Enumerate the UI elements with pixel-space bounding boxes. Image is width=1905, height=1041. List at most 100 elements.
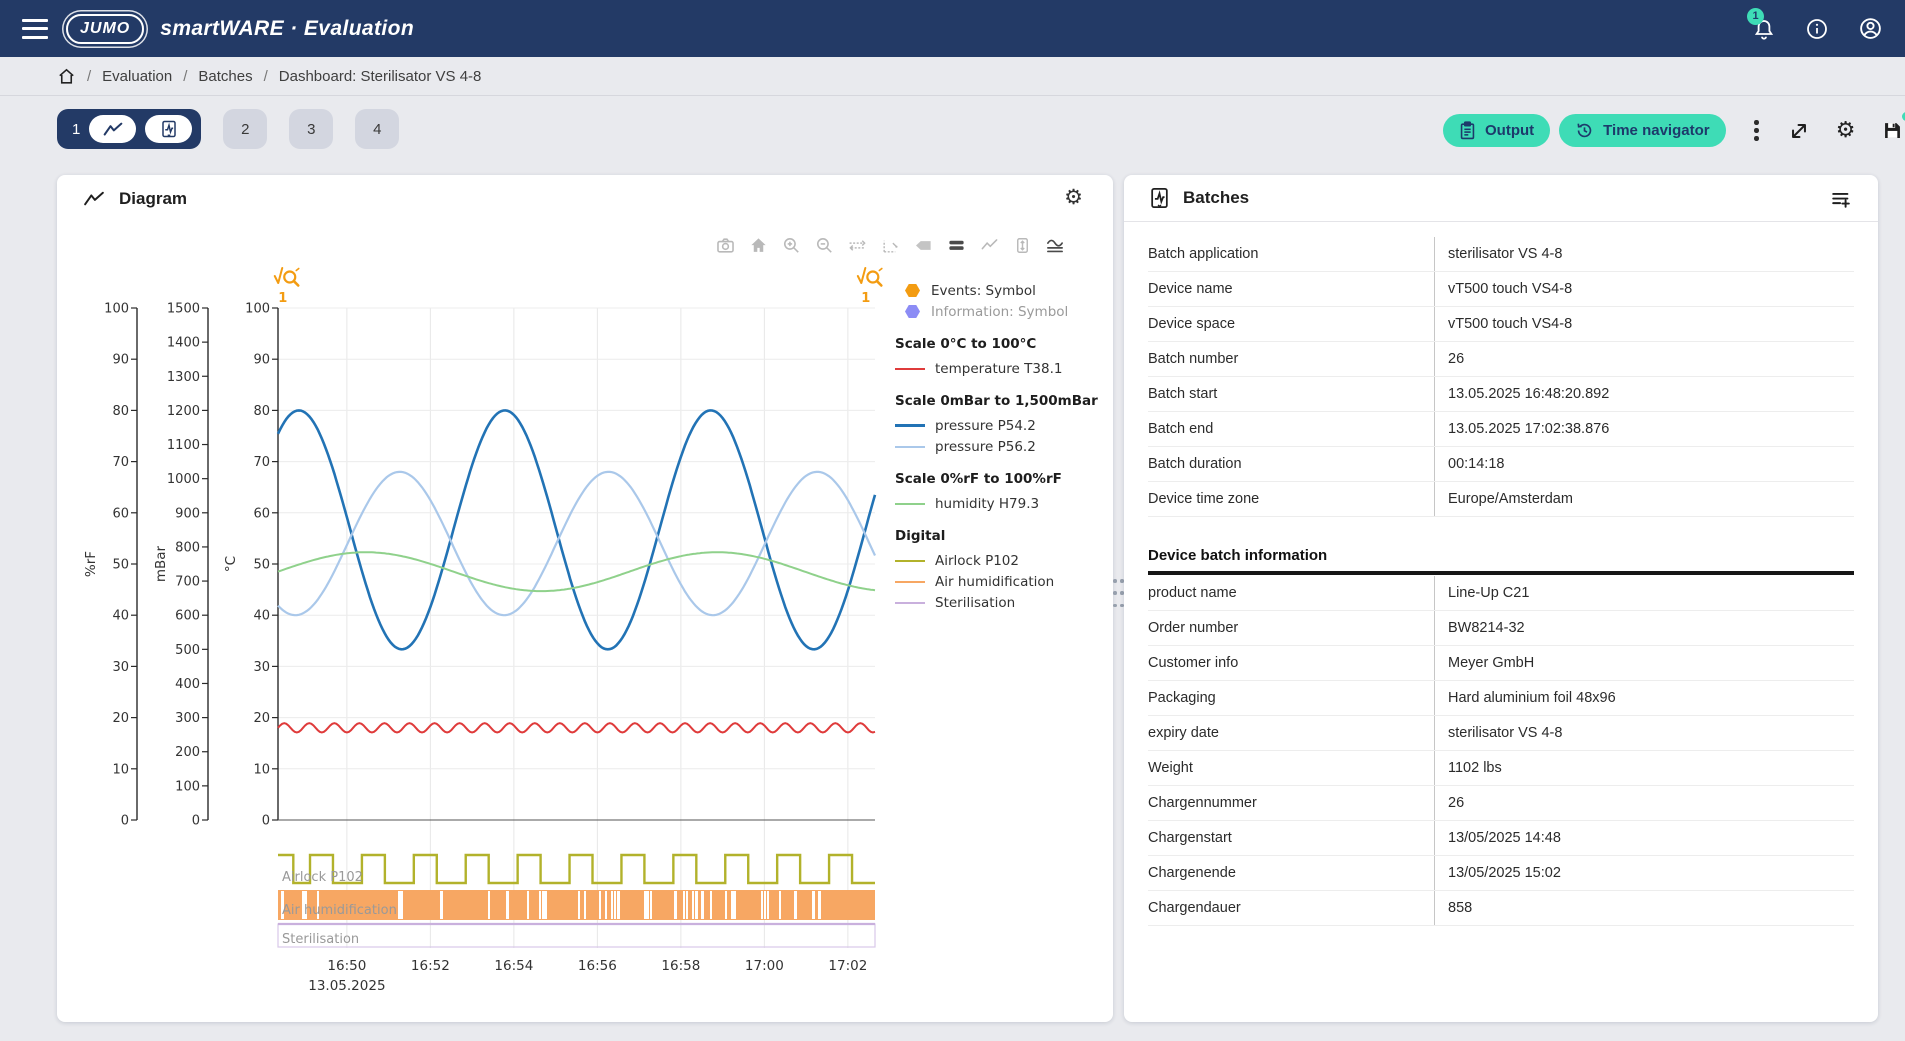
row-label: Batch number <box>1148 342 1434 376</box>
legend-item[interactable]: Sterilisation <box>895 592 1100 613</box>
svg-text:50: 50 <box>112 558 129 573</box>
jumo-logo: JUMO <box>66 14 144 44</box>
svg-text:400: 400 <box>175 677 200 692</box>
table-row: Batch number26 <box>1148 342 1854 377</box>
svg-text:1200: 1200 <box>167 404 200 419</box>
row-value: 858 <box>1434 891 1854 925</box>
information-symbol-icon <box>905 305 920 318</box>
row-value: Hard aluminium foil 48x96 <box>1434 681 1854 715</box>
line-chart-icon <box>103 122 123 137</box>
event-marker[interactable]: 1 <box>275 268 299 306</box>
svg-text:16:54: 16:54 <box>494 958 533 974</box>
legend-group: DigitalAirlock P102Air humidificationSte… <box>895 528 1100 613</box>
legend-group-heading: Scale 0mBar to 1,500mBar <box>895 393 1100 415</box>
account-icon[interactable] <box>1857 16 1883 42</box>
legend-swatch <box>895 602 925 604</box>
legend-item-label: pressure P54.2 <box>935 418 1036 434</box>
event-marker[interactable]: 1 <box>858 268 882 306</box>
row-label: product name <box>1148 576 1434 610</box>
legend-information[interactable]: Information: Symbol <box>895 301 1100 322</box>
legend-swatch <box>895 368 925 370</box>
row-label: Device space <box>1148 307 1434 341</box>
clipboard-icon <box>1459 121 1476 140</box>
row-label: Customer info <box>1148 646 1434 680</box>
breadcrumb-separator: / <box>264 68 268 85</box>
legend-swatch <box>895 503 925 505</box>
svg-text:600: 600 <box>175 609 200 624</box>
svg-text:Airlock P102: Airlock P102 <box>282 870 363 885</box>
legend-swatch <box>895 424 925 427</box>
legend-item[interactable]: pressure P56.2 <box>895 436 1100 457</box>
table-row: Batch applicationsterilisator VS 4-8 <box>1148 237 1854 272</box>
breadcrumb-evaluation[interactable]: Evaluation <box>102 68 172 85</box>
svg-text:1: 1 <box>278 291 287 306</box>
home-icon[interactable] <box>57 67 76 86</box>
svg-text:1000: 1000 <box>167 472 200 487</box>
batches-panel-header: Batches <box>1124 175 1878 222</box>
tab-1-batches-toggle[interactable] <box>145 115 192 143</box>
row-value: sterilisator VS 4-8 <box>1434 237 1854 271</box>
tab-4[interactable]: 4 <box>355 109 399 149</box>
row-label: Batch duration <box>1148 447 1434 481</box>
breadcrumb: / Evaluation / Batches / Dashboard: Ster… <box>0 57 1905 96</box>
panel-splitter-handle[interactable] <box>1113 579 1124 613</box>
info-icon[interactable] <box>1804 16 1830 42</box>
tab-3[interactable]: 3 <box>289 109 333 149</box>
legend-item[interactable]: pressure P54.2 <box>895 415 1100 436</box>
row-value: vT500 touch VS4-8 <box>1434 272 1854 306</box>
row-value: 1102 lbs <box>1434 751 1854 785</box>
legend-item-label: humidity H79.3 <box>935 496 1039 512</box>
svg-text:1100: 1100 <box>167 438 200 453</box>
time-navigator-label: Time navigator <box>1603 122 1709 139</box>
legend-item-label: temperature T38.1 <box>935 361 1062 377</box>
dashboard-tabs: 1 2 3 4 <box>57 109 399 149</box>
svg-text:30: 30 <box>253 660 270 675</box>
legend-information-label: Information: Symbol <box>931 304 1068 320</box>
diagram-title: Diagram <box>119 189 187 209</box>
svg-text:80: 80 <box>112 404 129 419</box>
breadcrumb-separator: / <box>183 68 187 85</box>
tab-2[interactable]: 2 <box>223 109 267 149</box>
batch-info-table: Batch applicationsterilisator VS 4-8 Devi… <box>1148 237 1854 517</box>
svg-text:90: 90 <box>112 353 129 368</box>
row-label: expiry date <box>1148 716 1434 750</box>
output-button[interactable]: Output <box>1443 114 1550 147</box>
breadcrumb-batches[interactable]: Batches <box>198 68 252 85</box>
tab-1-active[interactable]: 1 <box>57 109 201 149</box>
row-label: Order number <box>1148 611 1434 645</box>
svg-text:mBar: mBar <box>153 545 169 582</box>
row-label: Packaging <box>1148 681 1434 715</box>
line-chart-icon <box>83 191 105 207</box>
diagram-settings-gear-icon[interactable]: ⚙ <box>1064 187 1083 209</box>
settings-gear-icon[interactable]: ⚙ <box>1831 116 1861 146</box>
legend-group: Scale 0%rF to 100%rFhumidity H79.3 <box>895 471 1100 514</box>
legend-item[interactable]: temperature T38.1 <box>895 358 1100 379</box>
svg-text:Air humidification: Air humidification <box>282 903 397 918</box>
legend-events[interactable]: Events: Symbol <box>895 280 1100 301</box>
expand-icon[interactable] <box>1784 116 1814 146</box>
row-label: Batch application <box>1148 237 1434 271</box>
row-label: Chargenende <box>1148 856 1434 890</box>
menu-icon[interactable] <box>22 19 48 39</box>
legend-item-label: pressure P56.2 <box>935 439 1036 455</box>
legend-item[interactable]: Air humidification <box>895 571 1100 592</box>
row-label: Chargendauer <box>1148 891 1434 925</box>
more-options-icon[interactable] <box>1749 116 1765 146</box>
legend-group: Scale 0mBar to 1,500mBar pressure P54.2 pr… <box>895 393 1100 457</box>
table-row: Customer infoMeyer GmbH <box>1148 646 1854 681</box>
tab-1-diagram-toggle[interactable] <box>89 115 136 143</box>
table-row: product nameLine-Up C21 <box>1148 576 1854 611</box>
legend-item[interactable]: Airlock P102 <box>895 550 1100 571</box>
batch-report-icon <box>161 120 177 138</box>
breadcrumb-separator: / <box>87 68 91 85</box>
notifications-bell-icon[interactable]: 1 <box>1751 16 1777 42</box>
legend-item[interactable]: humidity H79.3 <box>895 493 1100 514</box>
svg-text:50: 50 <box>253 558 270 573</box>
row-value: sterilisator VS 4-8 <box>1434 716 1854 750</box>
add-batch-list-icon[interactable] <box>1830 188 1852 215</box>
series-temperature-T38-1 <box>278 723 875 732</box>
svg-text:40: 40 <box>112 609 129 624</box>
time-navigator-button[interactable]: Time navigator <box>1559 114 1725 147</box>
save-icon[interactable] <box>1878 116 1905 146</box>
table-row: Chargenstart13/05/2025 14:48 <box>1148 821 1854 856</box>
